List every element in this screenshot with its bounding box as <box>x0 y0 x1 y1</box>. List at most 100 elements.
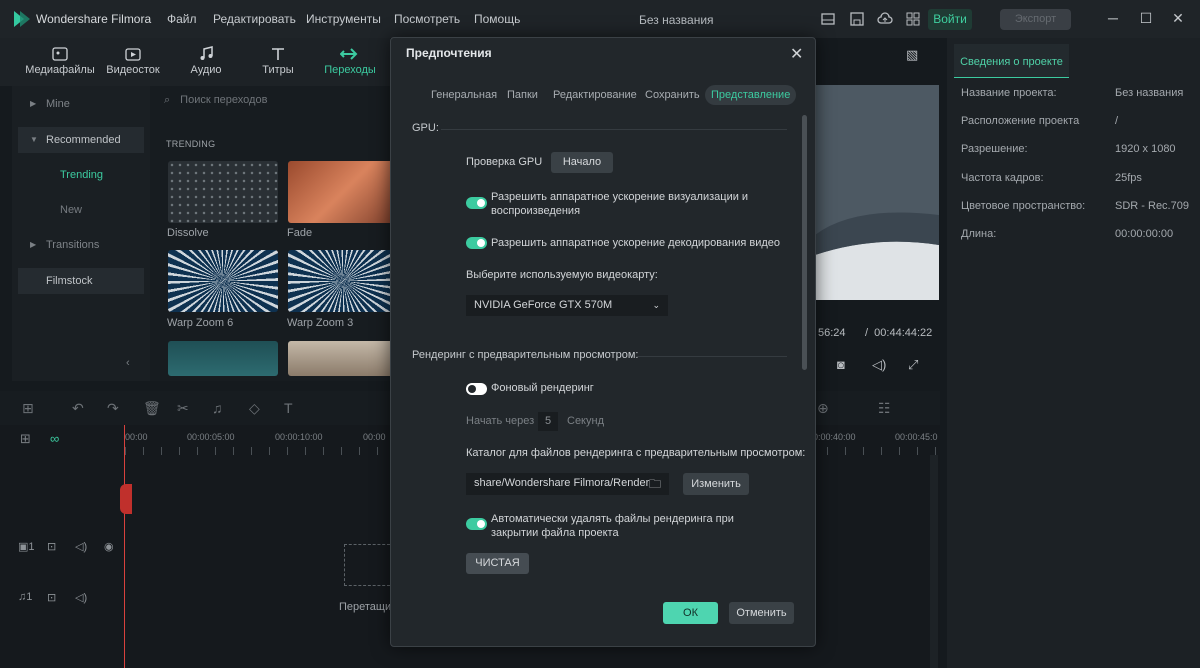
thumbnail-item[interactable] <box>288 341 398 376</box>
login-button[interactable]: Войти <box>928 9 972 30</box>
grid-layout-icon[interactable]: ⊞ <box>22 400 34 417</box>
maximize-icon[interactable]: ☐ <box>1138 10 1154 26</box>
track-settings-icon[interactable]: ☷ <box>878 400 891 417</box>
tab-view[interactable]: Представление <box>705 85 797 105</box>
menu-tools[interactable]: Инструменты <box>306 12 381 26</box>
sidebar-item-recommended[interactable]: ▼ Recommended <box>18 127 144 153</box>
layout-icon[interactable] <box>820 11 836 27</box>
playhead[interactable] <box>124 425 125 668</box>
sidebar-item-mine[interactable]: ▶ Mine <box>18 91 144 117</box>
timeline-scrollbar[interactable] <box>930 455 938 668</box>
hw-accel-decode-toggle[interactable] <box>466 237 487 249</box>
bg-render-toggle[interactable] <box>466 383 487 395</box>
lock-icon[interactable]: ⊡ <box>47 591 56 604</box>
sidebar-item-label: Recommended <box>46 134 121 146</box>
thumbnail-dissolve[interactable] <box>168 161 278 223</box>
gpu-select[interactable]: NVIDIA GeForce GTX 570M ⌄ <box>466 295 668 316</box>
tab-titles-label: Титры <box>262 64 294 76</box>
apps-grid-icon[interactable] <box>905 11 921 27</box>
transitions-icon <box>315 38 385 62</box>
info-value: Без названия <box>1115 87 1184 99</box>
text-icon[interactable]: T <box>284 400 293 416</box>
tab-media[interactable]: Медиафайлы <box>25 38 95 86</box>
redo-icon[interactable]: ↷ <box>107 400 119 417</box>
info-key: Частота кадров: <box>961 172 1044 184</box>
info-key: Цветовое пространство: <box>961 200 1086 212</box>
tab-general[interactable]: Генеральная <box>425 85 503 105</box>
sidebar-item-trending[interactable]: Trending <box>60 169 103 181</box>
thumbnail-item[interactable] <box>168 341 278 376</box>
total-time: / 00:44:44:22 <box>865 327 933 339</box>
mute-icon[interactable]: ◁) <box>75 540 87 553</box>
add-track-icon[interactable]: ⊞ <box>20 431 31 447</box>
tab-editing[interactable]: Редактирование <box>547 85 643 105</box>
change-dir-button[interactable]: Изменить <box>683 473 749 495</box>
undo-icon[interactable]: ↶ <box>72 400 84 417</box>
thumbnail-fade[interactable] <box>288 161 398 223</box>
render-dir-label: Каталог для файлов рендеринга с предвари… <box>466 447 806 459</box>
media-icon <box>25 38 95 62</box>
cloud-upload-icon[interactable] <box>877 11 893 27</box>
search-input[interactable]: ⌕ Поиск переходов <box>164 94 267 107</box>
collapse-chevron-icon[interactable]: ‹ <box>126 357 130 369</box>
preview-quality-icon[interactable]: ▧ <box>906 47 918 63</box>
tab-transitions[interactable]: Переходы <box>315 38 385 86</box>
tab-save[interactable]: Сохранить <box>639 85 706 105</box>
app-name: Wondershare Filmora <box>36 12 152 26</box>
volume-icon[interactable]: ◁) <box>872 357 886 373</box>
gpu-check-start-button[interactable]: Начало <box>551 152 613 173</box>
sidebar-item-filmstock[interactable]: Filmstock <box>18 268 144 294</box>
tab-titles[interactable]: Титры <box>243 38 313 86</box>
hw-accel-render-label: Разрешить аппаратное ускорение визуализа… <box>491 191 749 217</box>
zoom-in-icon[interactable]: ⊕ <box>817 400 829 417</box>
playhead-marker[interactable] <box>120 484 132 514</box>
menu-file[interactable]: Файл <box>167 12 197 26</box>
preview-frame <box>815 85 939 300</box>
eye-icon[interactable]: ◉ <box>104 540 114 553</box>
mute-icon[interactable]: ◁) <box>75 591 87 604</box>
tab-project-info[interactable]: Сведения о проекте <box>954 44 1069 78</box>
hw-accel-render-toggle[interactable] <box>466 197 487 209</box>
ok-button[interactable]: ОК <box>663 602 718 624</box>
close-icon[interactable]: ✕ <box>790 44 803 64</box>
info-key: Длина: <box>961 228 997 240</box>
folder-icon[interactable]: 🗀 <box>649 475 661 496</box>
tab-stock[interactable]: Видеосток <box>98 38 168 86</box>
start-after-input[interactable]: 5 <box>538 412 558 431</box>
sidebar-item-transitions[interactable]: ▶ Transitions <box>18 232 144 258</box>
auto-delete-toggle[interactable] <box>466 518 487 530</box>
save-icon[interactable] <box>849 11 865 27</box>
cancel-button[interactable]: Отменить <box>729 602 794 624</box>
minimize-icon[interactable]: ─ <box>1105 10 1121 26</box>
snapshot-icon[interactable]: ◙ <box>837 357 845 372</box>
link-icon[interactable]: ∞ <box>50 431 59 446</box>
drop-zone[interactable] <box>344 544 390 586</box>
menu-view[interactable]: Посмотреть <box>394 12 460 26</box>
dialog-title: Предпочтения <box>406 46 492 60</box>
cut-icon[interactable]: ✂ <box>177 400 189 417</box>
fullscreen-icon[interactable]: ⤢ <box>908 357 918 373</box>
tab-folders[interactable]: Папки <box>501 85 544 105</box>
audio-track-icon: ♫1 <box>18 591 33 603</box>
export-button[interactable]: Экспорт <box>1000 9 1071 30</box>
tab-audio[interactable]: Аудио <box>171 38 241 86</box>
thumbnail-warp-zoom-6[interactable] <box>168 250 278 312</box>
menu-edit[interactable]: Редактировать <box>213 12 296 26</box>
delete-icon[interactable]: 🗑 <box>143 400 161 417</box>
drop-hint: Перетащи <box>339 601 392 613</box>
close-window-icon[interactable]: ✕ <box>1170 10 1186 26</box>
render-dir-field[interactable]: share/Wondershare Filmora/Render <box>466 473 669 495</box>
section-title: TRENDING <box>166 139 216 149</box>
sidebar-item-new[interactable]: New <box>60 204 82 216</box>
menu-help[interactable]: Помощь <box>474 12 520 26</box>
lock-icon[interactable]: ⊡ <box>47 540 56 553</box>
dialog-scrollbar[interactable] <box>802 115 807 370</box>
info-key: Расположение проектa <box>961 115 1080 127</box>
tab-stock-label: Видеосток <box>106 64 160 76</box>
thumbnail-warp-zoom-3[interactable] <box>288 250 398 312</box>
clean-button[interactable]: ЧИСТАЯ <box>466 553 529 574</box>
preferences-dialog: Предпочтения ✕ Генеральная Папки Редакти… <box>390 37 816 647</box>
audio-edit-icon[interactable]: ♫ <box>212 400 223 416</box>
tag-icon[interactable]: ◇ <box>249 400 260 417</box>
thumbnail-label: Warp Zoom 6 <box>167 317 234 329</box>
